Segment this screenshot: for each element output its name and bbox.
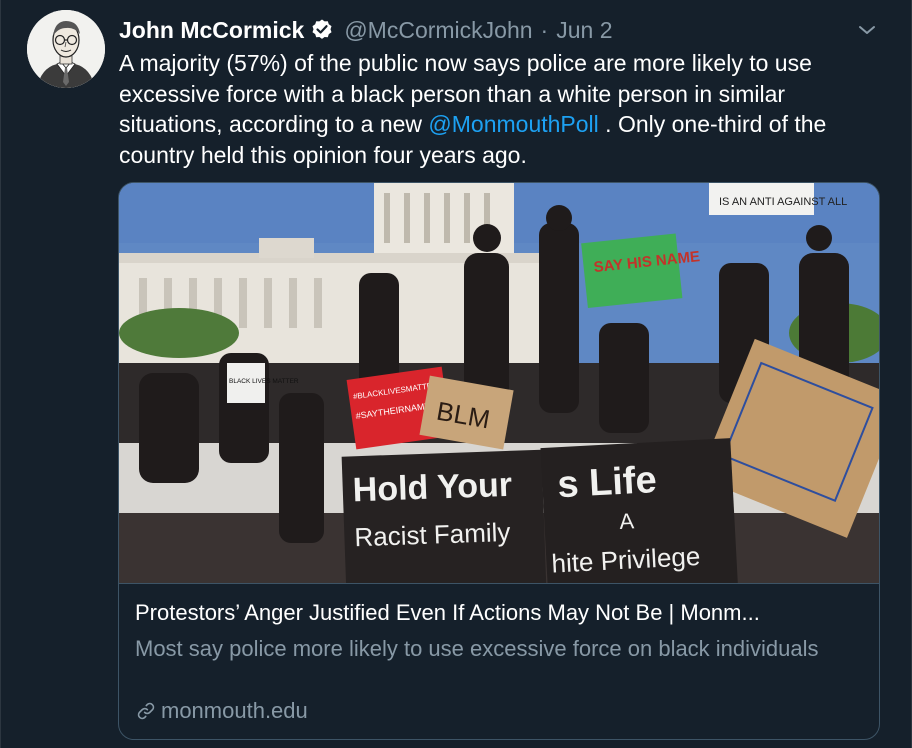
svg-text:IS AN ANTI AGAINST ALL: IS AN ANTI AGAINST ALL bbox=[719, 196, 847, 208]
link-card[interactable]: IS AN ANTI AGAINST ALL SAY HIS NAME BLAC… bbox=[118, 182, 880, 740]
link-icon bbox=[137, 702, 155, 720]
svg-text:BLACK LIVES MATTER: BLACK LIVES MATTER bbox=[229, 378, 299, 385]
tweet-date[interactable]: Jun 2 bbox=[556, 17, 612, 44]
svg-text:Hold Your: Hold Your bbox=[352, 466, 513, 510]
svg-text:s Life: s Life bbox=[556, 459, 657, 506]
display-name[interactable]: John McCormick bbox=[119, 17, 304, 44]
card-domain-text: monmouth.edu bbox=[161, 698, 308, 723]
mention-link[interactable]: @MonmouthPoll bbox=[428, 111, 598, 137]
tweet-header: John McCormick @McCormickJohn · Jun 2 bbox=[119, 14, 612, 46]
card-description: Most say police more likely to use exces… bbox=[135, 636, 819, 661]
user-handle[interactable]: @McCormickJohn bbox=[344, 17, 532, 44]
banner-left: Hold Your Racist Family bbox=[341, 449, 547, 583]
banner-right: s Life A hite Privilege bbox=[540, 438, 739, 583]
protest-photo: IS AN ANTI AGAINST ALL SAY HIS NAME BLAC… bbox=[119, 183, 879, 583]
tweet-text: A majority (57%) of the public now says … bbox=[119, 48, 889, 170]
card-info[interactable]: Protestors’ Anger Justified Even If Acti… bbox=[119, 583, 879, 739]
chevron-down-icon[interactable] bbox=[857, 20, 877, 40]
svg-text:A: A bbox=[619, 508, 635, 534]
separator-dot: · bbox=[540, 16, 549, 43]
card-domain[interactable]: monmouth.edu bbox=[135, 698, 308, 724]
svg-text:Racist Family: Racist Family bbox=[354, 517, 511, 552]
avatar-portrait-image bbox=[27, 10, 105, 88]
avatar[interactable] bbox=[27, 10, 105, 88]
card-title[interactable]: Protestors’ Anger Justified Even If Acti… bbox=[135, 600, 865, 626]
card-image[interactable]: IS AN ANTI AGAINST ALL SAY HIS NAME BLAC… bbox=[119, 183, 879, 583]
tweet[interactable]: John McCormick @McCormickJohn · Jun 2 A … bbox=[0, 0, 912, 748]
verified-badge-icon bbox=[310, 18, 334, 42]
